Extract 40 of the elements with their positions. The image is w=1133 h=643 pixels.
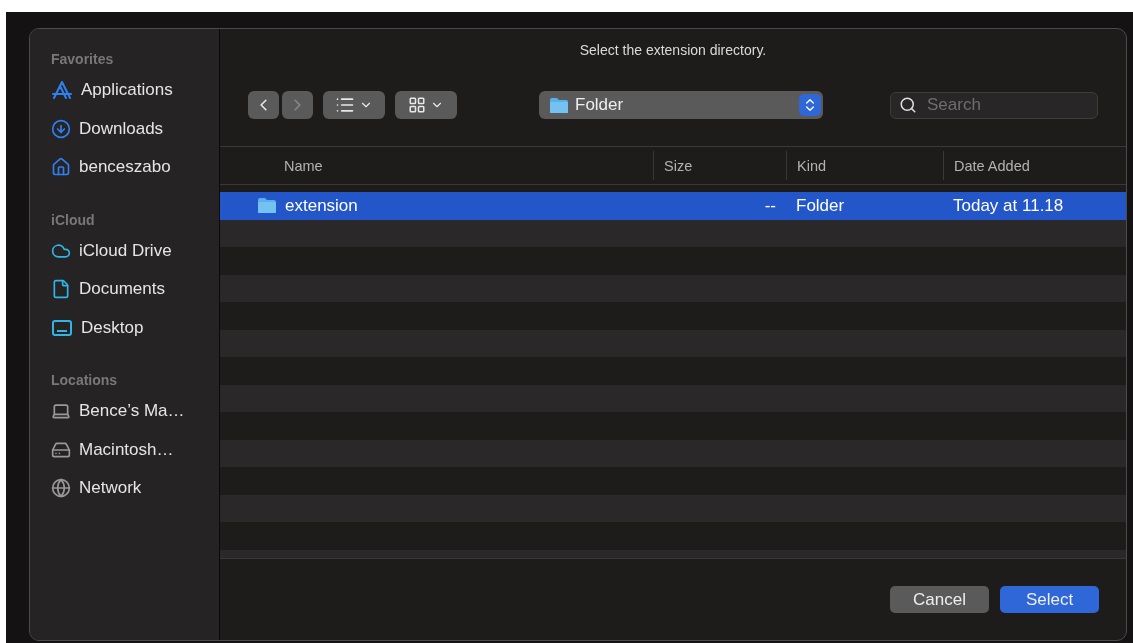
globe-icon (51, 478, 71, 499)
document-icon (51, 279, 71, 300)
grid-view-button[interactable] (395, 91, 457, 119)
file-date: Today at 11.18 (952, 195, 1065, 216)
apps-icon (51, 80, 73, 101)
file-name: extension (285, 195, 358, 216)
download-icon (51, 118, 71, 139)
file-size: -- (763, 195, 777, 216)
file-row[interactable]: extension -- Folder Today at 11.18 (220, 192, 1126, 220)
sidebar-item[interactable]: Bence’s Ma… (79, 401, 185, 422)
sidebar-heading: iCloud (51, 211, 96, 230)
sidebar-item[interactable]: Network (79, 478, 142, 499)
column-header[interactable]: Name (220, 151, 653, 180)
folder-icon (257, 197, 277, 215)
house-icon (51, 157, 71, 178)
column-header[interactable]: Date Added (943, 151, 1126, 180)
back-button[interactable] (248, 91, 279, 119)
sidebar-heading: Favorites (51, 51, 115, 69)
location-dropdown[interactable]: Folder (539, 91, 823, 119)
sidebar-item[interactable]: Documents (79, 279, 165, 300)
sidebar-item[interactable]: Desktop (81, 317, 144, 338)
sidebar-item[interactable]: Applications (81, 80, 173, 101)
column-header[interactable]: Kind (786, 151, 943, 180)
column-header[interactable]: Size (653, 151, 786, 180)
sidebar-item[interactable]: Macintosh… (79, 439, 174, 460)
sidebar-item[interactable]: benceszabo (79, 157, 171, 178)
folder-icon (549, 96, 569, 114)
search-icon (899, 95, 917, 114)
dialog-title: Select the extension directory. (578, 41, 768, 60)
search-field[interactable]: Search (890, 91, 1098, 119)
cancel-button[interactable]: Cancel (890, 586, 989, 613)
sidebar-item[interactable]: Downloads (79, 118, 164, 139)
file-kind: Folder (795, 195, 846, 216)
sidebar-heading: Locations (51, 372, 119, 390)
select-button[interactable]: Select (1000, 586, 1099, 613)
sidebar-item[interactable]: iCloud Drive (79, 240, 172, 261)
grid-icon (408, 96, 426, 114)
desktop-icon (51, 318, 73, 337)
list-view-button[interactable] (323, 91, 385, 119)
list-icon (335, 95, 355, 115)
